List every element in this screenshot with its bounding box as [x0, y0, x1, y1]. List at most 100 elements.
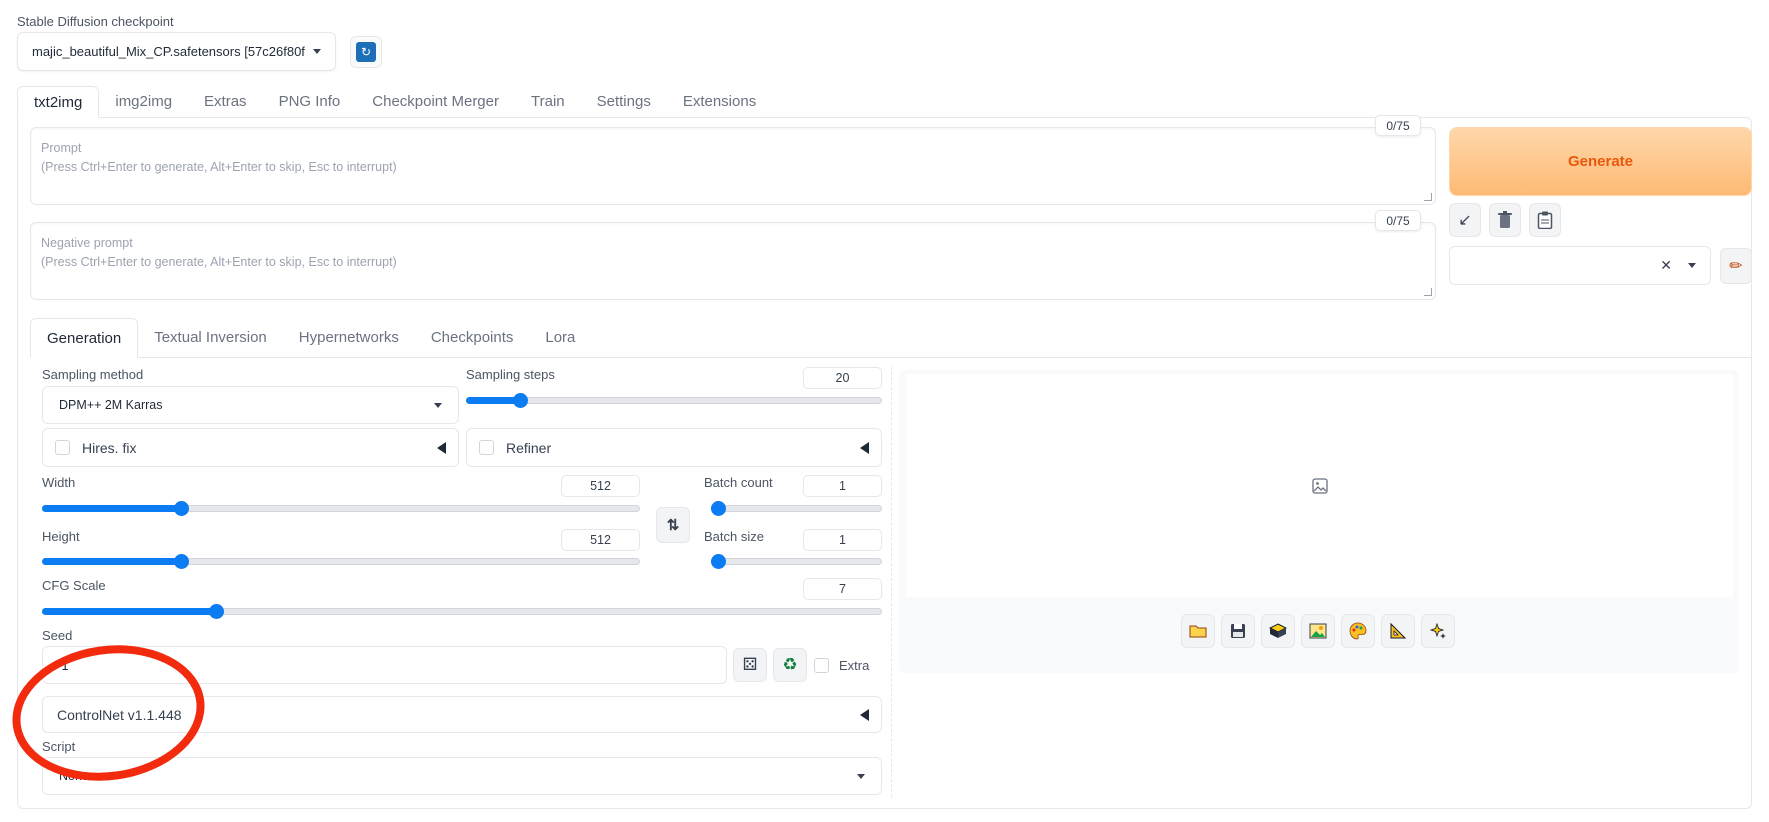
- send-to-inpaint-button[interactable]: [1341, 614, 1375, 648]
- swap-dimensions-button[interactable]: ⇅: [656, 507, 690, 543]
- batch-count-slider[interactable]: [711, 498, 882, 518]
- sampling-steps-slider[interactable]: [466, 390, 882, 410]
- tab-generation[interactable]: Generation: [30, 318, 139, 358]
- apply-styles-button[interactable]: [1529, 203, 1561, 237]
- open-folder-button[interactable]: [1181, 614, 1215, 648]
- height-slider[interactable]: [42, 551, 640, 571]
- slider-track: [711, 558, 882, 565]
- clear-prompt-button[interactable]: [1489, 203, 1521, 237]
- seed-label: Seed: [42, 628, 73, 643]
- slider-thumb[interactable]: [711, 501, 726, 516]
- resize-grip-icon[interactable]: [1424, 288, 1432, 296]
- prompt-textarea[interactable]: Prompt (Press Ctrl+Enter to generate, Al…: [30, 127, 1436, 205]
- send-to-extras-button[interactable]: [1381, 614, 1415, 648]
- controlnet-label: ControlNet v1.1.448: [57, 706, 182, 723]
- slider-thumb[interactable]: [513, 393, 529, 408]
- prompt-placeholder: (Press Ctrl+Enter to generate, Alt+Enter…: [41, 160, 397, 174]
- read-params-button[interactable]: ↙: [1449, 203, 1481, 237]
- chevron-down-icon: [313, 49, 321, 54]
- chevron-down-icon: [434, 402, 442, 408]
- save-button[interactable]: [1221, 614, 1255, 648]
- height-label: Height: [42, 529, 80, 544]
- pencil-icon: ✏: [1729, 258, 1743, 275]
- trash-icon: [1498, 211, 1512, 228]
- generate-button[interactable]: Generate: [1449, 127, 1752, 196]
- chevron-down-icon: [857, 773, 865, 779]
- main-tabs: txt2img img2img Extras PNG Info Checkpoi…: [17, 86, 772, 118]
- refiner-label: Refiner: [506, 439, 552, 456]
- collapse-icon: [437, 441, 446, 454]
- extra-seed-toggle[interactable]: Extra: [814, 658, 869, 673]
- batch-count-input[interactable]: 1: [803, 475, 882, 497]
- checkpoint-value: majic_beautiful_Mix_CP.safetensors [57c2…: [32, 44, 305, 59]
- ruler-icon: [1390, 622, 1407, 639]
- tab-settings[interactable]: Settings: [581, 86, 667, 118]
- batch-size-slider[interactable]: [711, 551, 882, 571]
- batch-count-label: Batch count: [704, 475, 773, 490]
- refiner-checkbox[interactable]: [479, 440, 494, 455]
- tab-checkpoint-merger[interactable]: Checkpoint Merger: [356, 86, 515, 118]
- slider-thumb[interactable]: [174, 554, 190, 569]
- controlnet-accordion[interactable]: ControlNet v1.1.448: [42, 696, 882, 733]
- hires-fix-checkbox[interactable]: [55, 440, 70, 455]
- edit-styles-button[interactable]: ✏: [1720, 248, 1752, 284]
- slider-thumb[interactable]: [208, 604, 224, 619]
- styles-dropdown[interactable]: ✕: [1449, 246, 1711, 285]
- arrow-icon: ↙: [1458, 212, 1472, 229]
- width-label: Width: [42, 475, 76, 490]
- refresh-checkpoint-button[interactable]: ↻: [350, 36, 382, 68]
- tab-png-info[interactable]: PNG Info: [263, 86, 357, 118]
- zip-button[interactable]: [1261, 614, 1295, 648]
- tab-hypernetworks[interactable]: Hypernetworks: [283, 318, 415, 358]
- tab-checkpoints[interactable]: Checkpoints: [415, 318, 530, 358]
- tab-textual-inversion[interactable]: Textual Inversion: [138, 318, 283, 358]
- sampling-steps-input[interactable]: 20: [803, 367, 882, 389]
- zip-icon: [1269, 623, 1287, 638]
- extra-checkbox[interactable]: [814, 658, 829, 673]
- refiner-accordion[interactable]: Refiner: [466, 428, 882, 467]
- save-icon: [1231, 624, 1245, 638]
- cfg-scale-input[interactable]: 7: [803, 578, 882, 600]
- script-dropdown[interactable]: None: [42, 757, 882, 795]
- tab-train[interactable]: Train: [515, 86, 581, 118]
- tab-txt2img[interactable]: txt2img: [17, 86, 100, 118]
- sampling-method-value: DPM++ 2M Karras: [59, 398, 163, 412]
- checkpoint-dropdown[interactable]: majic_beautiful_Mix_CP.safetensors [57c2…: [17, 32, 336, 71]
- script-value: None: [59, 769, 89, 783]
- width-slider[interactable]: [42, 498, 640, 518]
- recycle-icon: ♻: [782, 655, 798, 674]
- slider-fill: [466, 397, 521, 404]
- random-seed-button[interactable]: ⚄: [733, 648, 767, 682]
- height-input[interactable]: 512: [561, 529, 640, 551]
- slider-thumb[interactable]: [174, 501, 190, 516]
- clear-icon[interactable]: ✕: [1660, 257, 1672, 274]
- sampling-steps-label: Sampling steps: [466, 367, 555, 382]
- send-to-img2img-button[interactable]: [1301, 614, 1335, 648]
- hires-fix-accordion[interactable]: Hires. fix: [42, 428, 459, 467]
- tab-extras[interactable]: Extras: [188, 86, 263, 118]
- tab-extensions[interactable]: Extensions: [667, 86, 772, 118]
- sampling-method-dropdown[interactable]: DPM++ 2M Karras: [42, 386, 459, 424]
- resize-grip-icon[interactable]: [1424, 193, 1432, 201]
- image-placeholder-icon: [1311, 477, 1328, 494]
- cfg-scale-slider[interactable]: [42, 601, 882, 621]
- chevron-down-icon: [1688, 263, 1696, 268]
- extra-networks-button[interactable]: [1421, 614, 1455, 648]
- tab-lora[interactable]: Lora: [529, 318, 591, 358]
- palette-icon: [1349, 622, 1367, 640]
- reuse-seed-button[interactable]: ♻: [773, 648, 807, 682]
- slider-track: [711, 505, 882, 512]
- image-icon: [1309, 623, 1327, 639]
- tab-img2img[interactable]: img2img: [99, 86, 188, 118]
- batch-size-input[interactable]: 1: [803, 529, 882, 551]
- slider-track: [466, 397, 882, 404]
- output-image-placeholder: [906, 374, 1733, 597]
- width-input[interactable]: 512: [561, 475, 640, 497]
- prompt-label: Prompt: [41, 141, 82, 155]
- slider-thumb[interactable]: [711, 554, 726, 569]
- seed-input[interactable]: -1: [42, 646, 727, 684]
- negative-prompt-textarea[interactable]: Negative prompt (Press Ctrl+Enter to gen…: [30, 222, 1436, 300]
- negative-prompt-token-counter: 0/75: [1375, 210, 1421, 231]
- collapse-icon: [860, 441, 869, 454]
- slider-fill: [42, 608, 216, 615]
